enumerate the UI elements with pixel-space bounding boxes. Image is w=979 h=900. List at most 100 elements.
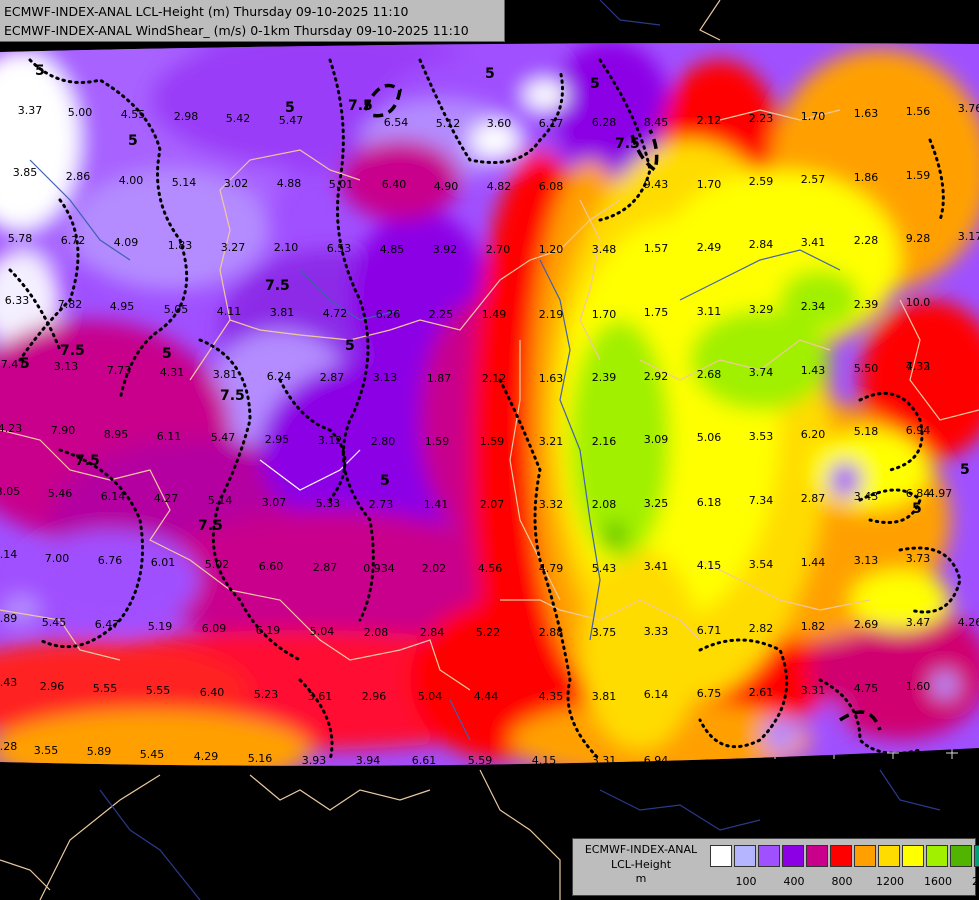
station-value: 4.15: [697, 559, 722, 572]
station-value: 2.39: [854, 298, 879, 311]
station-value: 3.25: [644, 497, 669, 510]
station-value: 0.934: [363, 562, 395, 575]
station-value: 7.73: [107, 364, 132, 377]
station-value: 6.54: [384, 116, 409, 129]
station-value: 2.59: [749, 175, 774, 188]
shear-contour-label: 7.5: [348, 98, 373, 114]
station-value: 6.24: [267, 370, 292, 383]
station-value: 5.16: [248, 752, 273, 765]
station-value: 1.59: [906, 169, 931, 182]
station-value: 3.29: [749, 303, 774, 316]
legend-variable: LCL-Height: [610, 857, 672, 871]
station-value: 9.43: [644, 178, 669, 191]
station-value: 7.34: [749, 494, 774, 507]
station-value: 1.70: [592, 308, 617, 321]
station-value: 3.47: [906, 616, 931, 629]
legend-swatch: [806, 845, 828, 867]
station-value: 4.56: [478, 562, 503, 575]
station-value: 5.47: [279, 114, 304, 127]
station-value: 3.13: [373, 371, 398, 384]
station-value: 2.96: [362, 690, 387, 703]
station-value: 1.83: [168, 239, 193, 252]
station-value: 6.20: [801, 428, 826, 441]
station-value: 3.92: [433, 243, 458, 256]
station-value: 3.17: [958, 230, 979, 243]
station-value: 5.33: [316, 497, 341, 510]
legend-ticks: 100 400 800 1200 1600 2000: [710, 875, 979, 889]
station-value: 3.85: [13, 166, 38, 179]
station-value: 5.05: [164, 303, 189, 316]
station-value: 3.21: [539, 435, 564, 448]
station-value: 5.45: [140, 748, 165, 761]
shear-contour-label: 5: [590, 76, 600, 92]
station-value: 3.53: [749, 430, 774, 443]
station-value: 2.84: [420, 626, 445, 639]
station-value: 3.07: [262, 496, 287, 509]
legend-unit: m: [635, 872, 647, 885]
station-value: 3.27: [221, 241, 246, 254]
station-value: 4.97: [928, 487, 953, 500]
station-value: 3.31: [801, 684, 826, 697]
shear-contour-label: 5: [960, 462, 970, 478]
legend-swatch: [902, 845, 924, 867]
station-value: 1.56: [906, 105, 931, 118]
legend-swatch: [950, 845, 972, 867]
station-value: 3.94: [356, 754, 381, 767]
station-value: 3.05: [0, 485, 20, 498]
station-value: 3.09: [644, 433, 669, 446]
legend-swatch: [734, 845, 756, 867]
station-value: 4.15: [532, 754, 557, 767]
legend-tick: 1200: [876, 875, 904, 888]
station-value: 10.0: [906, 296, 931, 309]
shear-contour-label: 5: [35, 63, 45, 79]
station-value: 4.26: [958, 616, 979, 629]
station-value: 4.82: [487, 180, 512, 193]
shear-contour-label: 5: [128, 133, 138, 149]
station-value: 3.81: [270, 306, 295, 319]
station-value: 3.41: [801, 236, 826, 249]
station-value: 6.14: [101, 490, 126, 503]
legend-tick: 1600: [924, 875, 952, 888]
station-value: 5.89: [87, 745, 112, 758]
station-value: 2.96: [40, 680, 65, 693]
station-value: 3.02: [224, 177, 249, 190]
station-value: 5.18: [854, 425, 879, 438]
station-value: 3.61: [308, 690, 333, 703]
station-value: 5.14: [172, 176, 197, 189]
legend-swatches: [710, 845, 979, 867]
legend-tick: 2000: [972, 875, 979, 888]
station-value: 3.11: [697, 305, 722, 318]
station-value: 3.81: [592, 690, 617, 703]
station-value: 4.29: [194, 750, 219, 763]
station-value: 2.80: [371, 435, 396, 448]
station-value: 5.42: [226, 112, 251, 125]
legend-swatch: [878, 845, 900, 867]
station-value: 4.55: [121, 108, 146, 121]
station-value: 1.82: [801, 620, 826, 633]
station-value: 2.49: [697, 241, 722, 254]
station-value: 2.25: [429, 308, 454, 321]
station-value: 1.75: [644, 306, 669, 319]
station-value: 7.82: [58, 298, 83, 311]
legend-tick: 400: [783, 875, 805, 888]
station-value: 5.14: [208, 494, 233, 507]
legend-swatch: [974, 845, 979, 867]
station-value: 4.27: [154, 492, 179, 505]
station-value: 2.68: [697, 368, 722, 381]
station-value: 3.41: [644, 560, 669, 573]
shear-contour-label: 5: [912, 501, 922, 517]
station-value: 1.43: [801, 364, 826, 377]
station-value: 2.86: [66, 170, 91, 183]
station-value: 8.95: [104, 428, 129, 441]
station-value: 4.95: [110, 300, 135, 313]
shear-contour-label: 5: [345, 338, 355, 354]
station-value: 6.94: [906, 424, 931, 437]
station-value: 9.28: [906, 232, 931, 245]
station-value: 3.13: [54, 360, 79, 373]
station-value: 3.60: [487, 117, 512, 130]
station-value: 5.14: [0, 548, 17, 561]
station-value: 4.32: [906, 360, 931, 373]
station-value: 1.70: [697, 178, 722, 191]
station-value: 2.23: [749, 112, 774, 125]
station-value: 3.93: [302, 754, 327, 767]
